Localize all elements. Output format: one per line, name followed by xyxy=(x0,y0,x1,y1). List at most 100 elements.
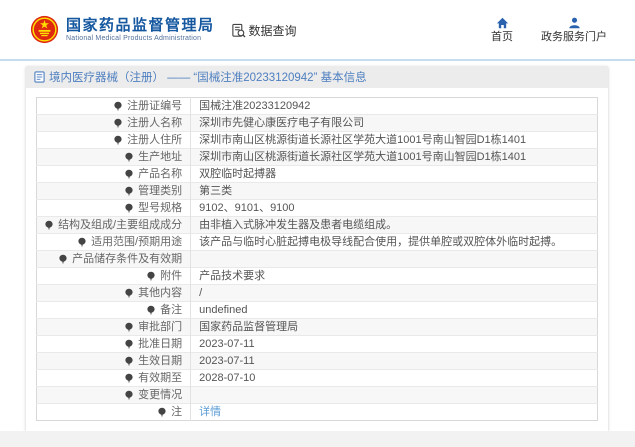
note-pin-icon xyxy=(114,135,122,146)
table-row: 其他内容 / xyxy=(37,285,598,302)
note-pin-icon xyxy=(125,152,133,163)
row-value-cell: 深圳市先健心康医疗电子有限公司 xyxy=(191,115,598,132)
table-row: 注册人名称 深圳市先健心康医疗电子有限公司 xyxy=(37,115,598,132)
info-table-body: 注册证编号 国械注准20233120942 注册人名称 深圳市先健心康医疗电子有… xyxy=(37,98,598,421)
row-label-cell: 注册人名称 xyxy=(37,115,191,132)
data-query-icon xyxy=(231,23,246,38)
user-icon xyxy=(568,17,581,29)
row-value: 国家药品监督管理局 xyxy=(199,321,298,333)
table-row: 附件 产品技术要求 xyxy=(37,268,598,285)
note-pin-icon xyxy=(125,339,133,350)
home-icon xyxy=(496,17,509,29)
table-row: 生产地址 深圳市南山区桃源街道长源社区学苑大道1001号南山智园D1栋1401 xyxy=(37,149,598,166)
note-pin-icon xyxy=(114,118,122,129)
row-label: 生效日期 xyxy=(138,355,182,367)
row-label: 有效期至 xyxy=(138,372,182,384)
note-pin-icon xyxy=(78,237,86,248)
row-value: 深圳市先健心康医疗电子有限公司 xyxy=(199,117,364,129)
row-value-cell: 2028-07-10 xyxy=(191,370,598,387)
note-pin-icon xyxy=(45,220,53,231)
row-value-cell: undefined xyxy=(191,302,598,319)
nav-home[interactable]: 首页 xyxy=(491,17,513,43)
note-pin-icon xyxy=(125,288,133,299)
brand: 国家药品监督管理局 National Medical Products Admi… xyxy=(30,15,215,44)
row-value: undefined xyxy=(199,304,247,316)
row-value-cell: 详情 xyxy=(191,404,598,421)
row-label-cell: 变更情况 xyxy=(37,387,191,404)
row-label: 注册证编号 xyxy=(127,100,182,112)
table-row: 注册证编号 国械注准20233120942 xyxy=(37,98,598,115)
row-value: 国械注准20233120942 xyxy=(199,100,310,112)
row-value: 深圳市南山区桃源街道长源社区学苑大道1001号南山智园D1栋1401 xyxy=(199,134,526,146)
row-label-cell: 产品储存条件及有效期 xyxy=(37,251,191,268)
table-row: 结构及组成/主要组成成分 由非植入式脉冲发生器及患者电缆组成。 xyxy=(37,217,598,234)
row-label-cell: 型号规格 xyxy=(37,200,191,217)
note-pin-icon xyxy=(125,356,133,367)
table-row: 变更情况 xyxy=(37,387,598,404)
row-value: 产品技术要求 xyxy=(199,270,265,282)
row-value: 2028-07-10 xyxy=(199,372,255,384)
note-pin-icon xyxy=(147,271,155,282)
row-label: 审批部门 xyxy=(138,321,182,333)
nav-portal[interactable]: 政务服务门户 xyxy=(541,17,607,43)
content-card: 境内医疗器械（注册） —— “国械注准20233120942” 基本信息 注册证… xyxy=(26,66,608,431)
row-label: 结构及组成/主要组成成分 xyxy=(58,219,182,231)
row-label-cell: 生效日期 xyxy=(37,353,191,370)
row-value: 第三类 xyxy=(199,185,232,197)
table-row: 注 详情 xyxy=(37,404,598,421)
row-label-cell: 管理类别 xyxy=(37,183,191,200)
row-value-cell: 第三类 xyxy=(191,183,598,200)
breadcrumb-text: 境内医疗器械（注册） —— “国械注准20233120942” 基本信息 xyxy=(49,69,367,85)
detail-link[interactable]: 详情 xyxy=(199,406,221,418)
table-wrap: 注册证编号 国械注准20233120942 注册人名称 深圳市先健心康医疗电子有… xyxy=(26,88,608,431)
row-value: 双腔临时起搏器 xyxy=(199,168,276,180)
row-value-cell: 2023-07-11 xyxy=(191,353,598,370)
table-row: 备注 undefined xyxy=(37,302,598,319)
row-label-cell: 批准日期 xyxy=(37,336,191,353)
table-row: 批准日期 2023-07-11 xyxy=(37,336,598,353)
table-row: 审批部门 国家药品监督管理局 xyxy=(37,319,598,336)
row-value-cell: 深圳市南山区桃源街道长源社区学苑大道1001号南山智园D1栋1401 xyxy=(191,149,598,166)
row-label-cell: 其他内容 xyxy=(37,285,191,302)
registration-info-table: 注册证编号 国械注准20233120942 注册人名称 深圳市先健心康医疗电子有… xyxy=(36,97,598,421)
note-pin-icon xyxy=(125,373,133,384)
row-value-cell xyxy=(191,251,598,268)
row-label-cell: 注册证编号 xyxy=(37,98,191,115)
row-label-cell: 附件 xyxy=(37,268,191,285)
row-value: 该产品与临时心脏起搏电极导线配合使用，提供单腔或双腔体外临时起搏。 xyxy=(199,236,562,248)
row-value-cell: 国械注准20233120942 xyxy=(191,98,598,115)
row-value-cell xyxy=(191,387,598,404)
row-label: 生产地址 xyxy=(138,151,182,163)
row-label: 管理类别 xyxy=(138,185,182,197)
page-bottom-strip xyxy=(0,431,635,447)
row-label: 附件 xyxy=(160,270,182,282)
row-label: 注 xyxy=(171,406,182,418)
row-value-cell: 深圳市南山区桃源街道长源社区学苑大道1001号南山智园D1栋1401 xyxy=(191,132,598,149)
data-query-nav[interactable]: 数据查询 xyxy=(231,22,297,39)
nav-portal-label: 政务服务门户 xyxy=(541,31,607,43)
row-label: 批准日期 xyxy=(138,338,182,350)
table-row: 产品名称 双腔临时起搏器 xyxy=(37,166,598,183)
row-value-cell: 国家药品监督管理局 xyxy=(191,319,598,336)
row-label-cell: 产品名称 xyxy=(37,166,191,183)
table-row: 管理类别 第三类 xyxy=(37,183,598,200)
data-query-label: 数据查询 xyxy=(249,22,297,39)
table-row: 注册人住所 深圳市南山区桃源街道长源社区学苑大道1001号南山智园D1栋1401 xyxy=(37,132,598,149)
row-value: 2023-07-11 xyxy=(199,338,254,350)
row-value: 9102、9101、9100 xyxy=(199,202,294,214)
nav-home-label: 首页 xyxy=(491,31,513,43)
note-pin-icon xyxy=(59,254,67,265)
table-row: 产品储存条件及有效期 xyxy=(37,251,598,268)
row-value: / xyxy=(199,287,202,299)
table-row: 有效期至 2028-07-10 xyxy=(37,370,598,387)
note-pin-icon xyxy=(158,407,166,418)
row-label: 备注 xyxy=(160,304,182,316)
table-row: 生效日期 2023-07-11 xyxy=(37,353,598,370)
row-label-cell: 结构及组成/主要组成成分 xyxy=(37,217,191,234)
site-title: 国家药品监督管理局 xyxy=(66,17,215,35)
note-pin-icon xyxy=(114,101,122,112)
row-value: 2023-07-11 xyxy=(199,355,254,367)
note-pin-icon xyxy=(125,390,133,401)
breadcrumb: 境内医疗器械（注册） —— “国械注准20233120942” 基本信息 xyxy=(26,66,608,88)
row-label: 产品名称 xyxy=(138,168,182,180)
